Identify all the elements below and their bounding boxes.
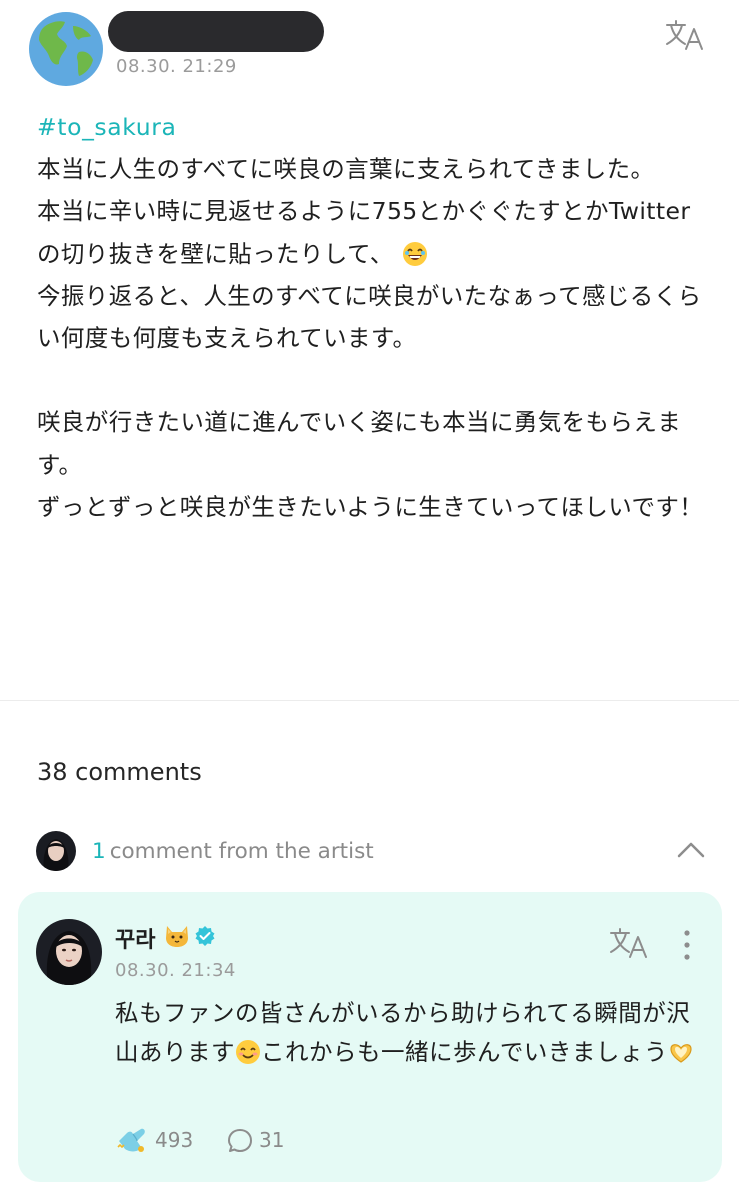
translate-icon[interactable]: [664, 18, 704, 52]
redacted-username: [108, 11, 324, 52]
post-body: #to_sakura 本当に人生のすべてに咲良の言葉に支えられてきました。 本当…: [37, 106, 707, 528]
post-header: 08.30. 21:29: [0, 0, 739, 100]
artist-comment-number: 1: [92, 839, 106, 864]
reaction-bar: 493 31: [115, 1125, 415, 1155]
like-icon[interactable]: [115, 1125, 149, 1155]
hashtag-link[interactable]: #to_sakura: [37, 106, 707, 148]
comment-timestamp: 08.30. 21:34: [115, 960, 236, 981]
post-text-continued: 今振り返ると、人生のすべてに咲良がいたなぁって感じるくらい何度も何度も支えられて…: [37, 281, 704, 521]
artist-avatar[interactable]: [36, 919, 102, 985]
more-icon[interactable]: [682, 928, 692, 962]
comment-text-part2: これからも一緒に歩んでいきましょう: [261, 1037, 668, 1066]
artist-avatar-small: [36, 831, 76, 871]
globe-icon[interactable]: [29, 12, 103, 86]
artist-comment-text: 私もファンの皆さんがいるから助けられてる瞬間が沢山あります これからも一緒に歩ん…: [115, 994, 705, 1071]
chevron-up-icon[interactable]: [676, 838, 706, 860]
artist-name[interactable]: 꾸라: [115, 922, 155, 954]
verified-icon: [195, 926, 215, 946]
cat-emoji: [166, 926, 188, 947]
artist-comment-card: 꾸라 08.30. 21:34 私もファンの皆さんがいるから助けられてる瞬間が沢…: [18, 892, 722, 1182]
comment-icon[interactable]: [227, 1128, 253, 1154]
post-timestamp: 08.30. 21:29: [116, 56, 237, 77]
comments-count: 38 comments: [37, 758, 202, 786]
artist-comment-label: comment from the artist: [109, 839, 374, 864]
artist-comment-toggle[interactable]: 1 comment from the artist: [0, 826, 739, 878]
like-count: 493: [155, 1128, 194, 1152]
reply-count: 31: [259, 1128, 285, 1152]
heart-hands-emoji: [670, 1043, 692, 1063]
translate-icon[interactable]: [608, 926, 648, 960]
grin-emoji: [402, 241, 427, 266]
section-divider: [0, 700, 739, 701]
artist-comment-summary: 1 comment from the artist: [92, 839, 374, 864]
post-text: 本当に人生のすべてに咲良の言葉に支えられてきました。 本当に辛い時に見返せるよう…: [37, 155, 691, 268]
smile-emoji: [236, 1039, 260, 1064]
